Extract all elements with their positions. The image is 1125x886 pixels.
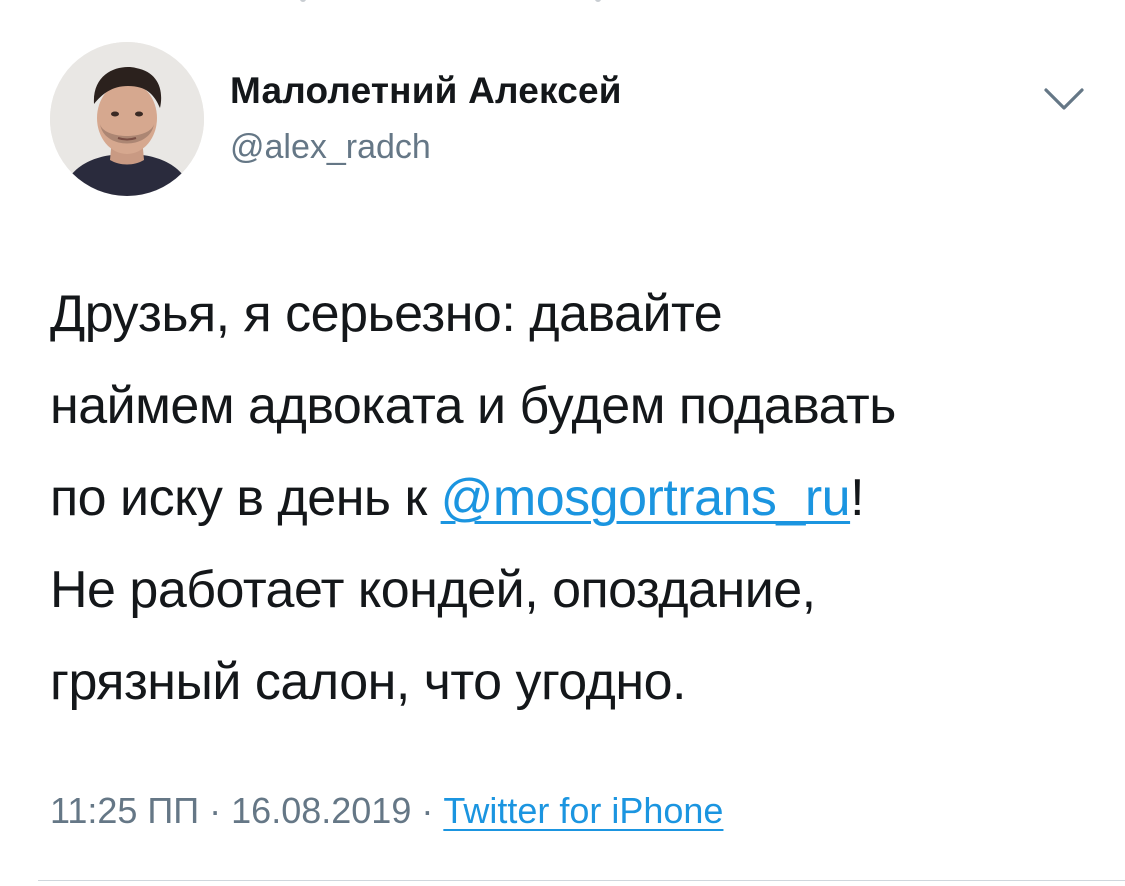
tweet-line: грязный салон, что угодно. [50, 653, 686, 711]
top-edge [0, 0, 1125, 8]
tweet-line: наймем адвоката и будем подавать [50, 377, 896, 435]
tweet-line: Друзья, я серьезно: давайте [50, 285, 723, 343]
source-link[interactable]: Twitter for iPhone [443, 790, 723, 831]
tweet-text: Друзья, я серьезно: давайте наймем адвок… [50, 268, 1090, 728]
tweet-line: Не работает кондей, опоздание, [50, 561, 816, 619]
timestamp: 11:25 ПП · 16.08.2019 · [50, 790, 444, 831]
mention-link[interactable]: @mosgortrans_ru [441, 469, 851, 527]
tweet-header: Малолетний Алексей @alex_radch [50, 42, 1090, 198]
cropped-fragment [300, 0, 306, 2]
tweet-line-prefix: по иску в день к [50, 469, 441, 527]
chevron-down-icon[interactable] [1040, 80, 1088, 120]
tweet-line-suffix: ! [850, 469, 865, 527]
tweet-line: по иску в день к @mosgortrans_ru! [50, 452, 1090, 544]
avatar[interactable] [50, 42, 204, 196]
avatar-image [50, 42, 204, 196]
cropped-fragment [595, 0, 601, 2]
divider [38, 880, 1125, 881]
author-name[interactable]: Малолетний Алексей [230, 70, 622, 112]
tweet-meta: 11:25 ПП · 16.08.2019 · Twitter for iPho… [50, 790, 723, 832]
author-handle[interactable]: @alex_radch [230, 128, 431, 167]
